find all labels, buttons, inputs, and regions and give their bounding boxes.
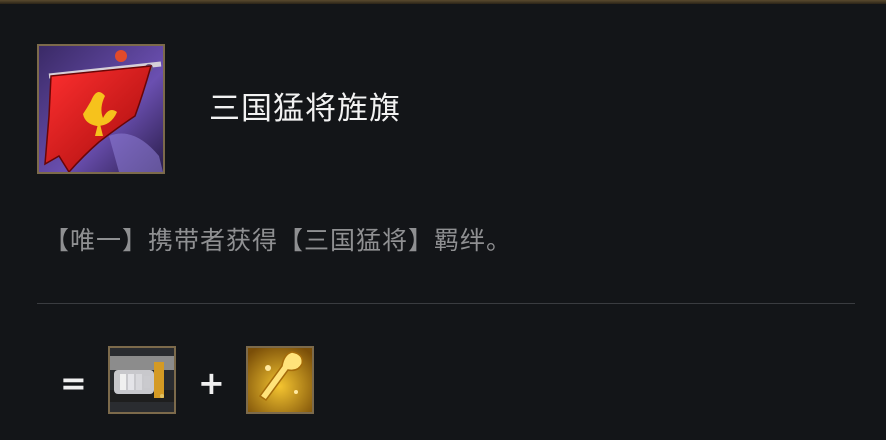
item-title: 三国猛将旌旗 (209, 91, 401, 127)
equals-sign: = (60, 364, 87, 402)
item-description: 【唯一】携带者获得【三国猛将】羁绊。 (44, 226, 513, 255)
plus-sign: + (198, 364, 225, 402)
golden-spatula-icon (248, 348, 312, 412)
red-war-banner-icon (37, 44, 165, 174)
gauntlet-glove-icon (110, 348, 174, 412)
divider (37, 303, 855, 304)
component-gauntlet[interactable] (108, 346, 176, 414)
component-spatula[interactable] (246, 346, 314, 414)
